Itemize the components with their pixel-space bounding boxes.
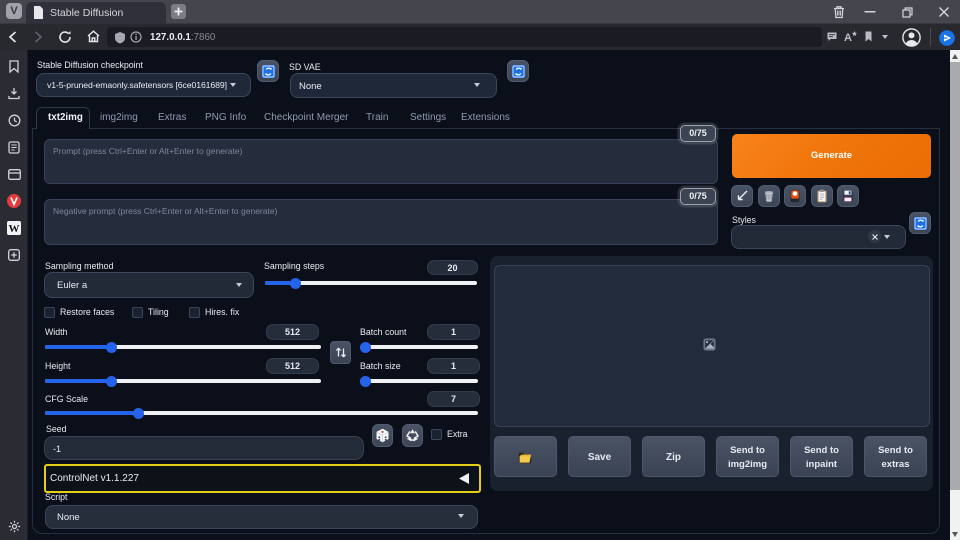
svg-text:W: W	[9, 223, 20, 235]
svg-text:A: A	[844, 32, 852, 43]
